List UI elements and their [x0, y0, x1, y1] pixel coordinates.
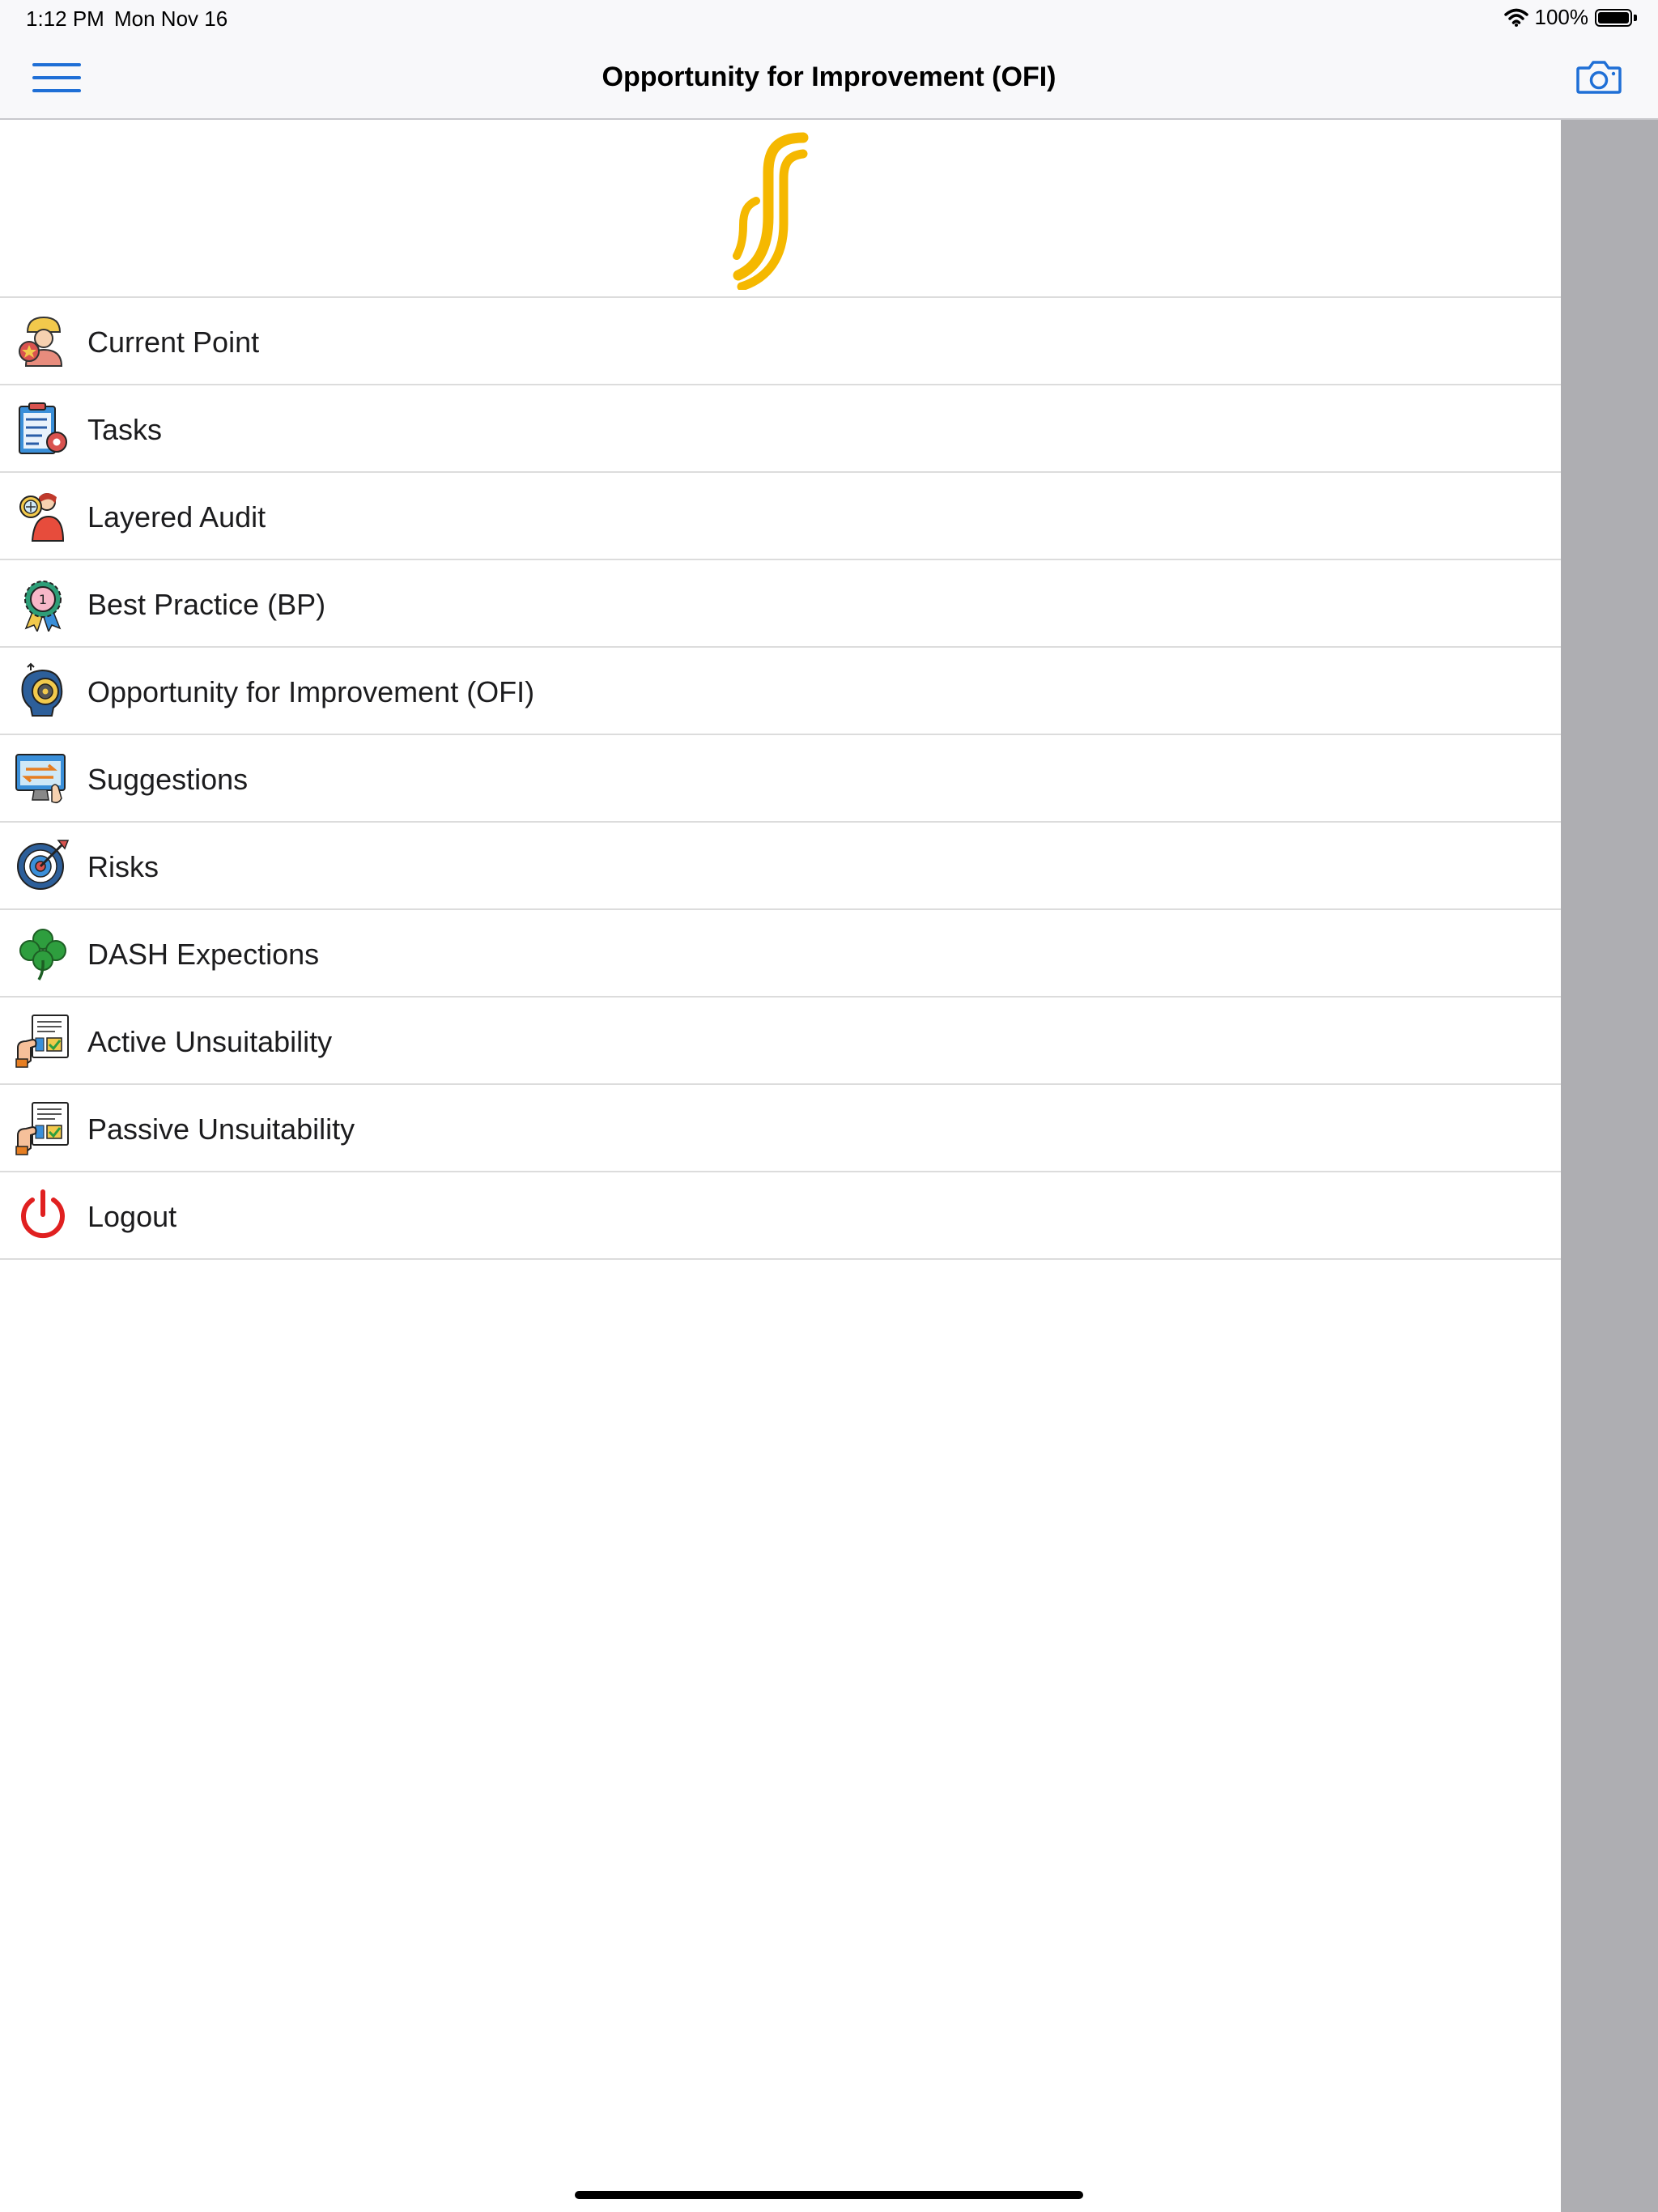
target-arrow-icon	[17, 840, 70, 890]
status-date: Mon Nov 16	[114, 6, 228, 31]
page-title: Opportunity for Improvement (OFI)	[602, 62, 1056, 92]
logo-area	[0, 120, 1561, 298]
menu-item-active-unsuitability[interactable]: Active Unsuitability	[0, 998, 1561, 1085]
monitor-exchange-icon	[15, 754, 66, 804]
menu-item-layered-audit[interactable]: Layered Audit	[0, 473, 1561, 560]
menu-item-passive-unsuitability[interactable]: Passive Unsuitability	[0, 1085, 1561, 1172]
magnifier-person-icon	[19, 493, 65, 542]
menu-item-label: Logout	[87, 1200, 177, 1233]
menu-item-tasks[interactable]: Tasks	[0, 385, 1561, 473]
head-gear-icon	[21, 662, 63, 717]
checklist-gear-icon	[19, 402, 67, 454]
menu-item-current-point[interactable]: Current Point	[0, 298, 1561, 385]
menu-item-label: Passive Unsuitability	[87, 1112, 355, 1146]
menu-item-ofi[interactable]: Opportunity for Improvement (OFI)	[0, 648, 1561, 735]
menu-item-label: Best Practice (BP)	[87, 588, 326, 621]
menu-item-label: Risks	[87, 850, 159, 883]
status-right: 100%	[1503, 5, 1637, 30]
clover-icon	[19, 929, 66, 981]
menu-item-label: Tasks	[87, 413, 163, 446]
menu-item-best-practice[interactable]: 1 Best Practice (BP)	[0, 560, 1561, 648]
menu-item-label: Opportunity for Improvement (OFI)	[87, 675, 535, 708]
menu-item-label: DASH Expections	[87, 938, 320, 971]
menu-item-label: Layered Audit	[87, 500, 266, 534]
nav-bar: Opportunity for Improvement (OFI)	[0, 37, 1658, 120]
menu-item-dash-expections[interactable]: DASH Expections	[0, 910, 1561, 998]
menu-item-suggestions[interactable]: Suggestions	[0, 735, 1561, 823]
battery-icon	[1595, 8, 1632, 27]
menu-item-risks[interactable]: Risks	[0, 823, 1561, 910]
camera-icon	[1576, 61, 1622, 94]
award-medal-icon: 1	[24, 581, 62, 632]
brand-logo	[733, 132, 809, 290]
wifi-icon	[1503, 8, 1528, 27]
document-hand-icon	[15, 1102, 69, 1155]
menu-item-label: Active Unsuitability	[87, 1025, 333, 1058]
document-hand-icon	[15, 1015, 69, 1068]
menu-item-label: Suggestions	[87, 763, 249, 796]
drawer-dim-overlay[interactable]	[1561, 120, 1658, 2212]
home-indicator[interactable]	[575, 2191, 1083, 2199]
battery-percent: 100%	[1534, 5, 1589, 29]
camera-button[interactable]	[1575, 58, 1622, 96]
power-icon	[21, 1189, 65, 1239]
svg-text:1: 1	[39, 592, 47, 607]
worker-star-icon	[19, 316, 63, 367]
status-bar: 1:12 PM Mon Nov 16 100%	[0, 0, 1658, 37]
menu-item-label: Current Point	[87, 325, 260, 359]
side-drawer: Current Point Tasks Layered Audit 1 Best…	[0, 120, 1561, 2212]
menu-item-logout[interactable]: Logout	[0, 1172, 1561, 1260]
status-time: 1:12 PM	[26, 6, 104, 31]
